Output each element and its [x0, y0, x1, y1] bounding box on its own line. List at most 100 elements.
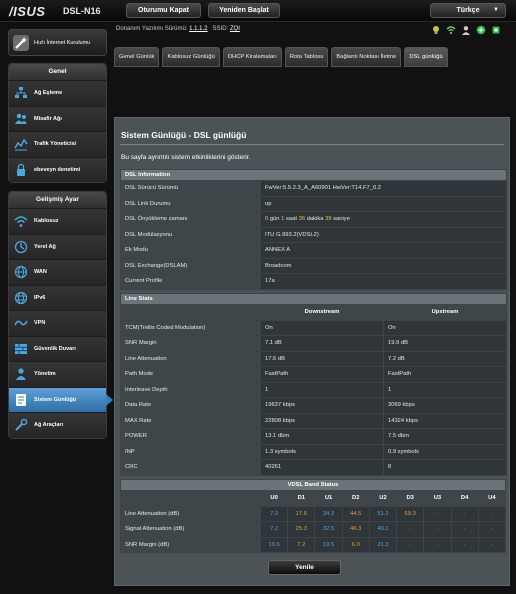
table-row: Ek Modu ANNEX A	[120, 242, 508, 259]
quick-setup-label: Hızlı İnternet Kurulumu	[34, 39, 91, 46]
sidebar-item-system-log[interactable]: Sistem Günlüğü	[9, 386, 113, 412]
tab-wireless-log[interactable]: Kablosuz Günlüğü	[162, 47, 220, 67]
advanced-panel-title: Gelişmiş Ayar	[9, 192, 106, 208]
quick-internet-setup-button[interactable]: Hızlı İnternet Kurulumu	[8, 29, 107, 56]
sidebar-item-label: Misafir Ağı	[34, 115, 62, 122]
sidebar-item-label: ebeveyn denetimi	[34, 166, 81, 173]
system-log-icon	[16, 393, 26, 406]
status-icons	[431, 25, 501, 35]
sidebar-item-administration[interactable]: Yönetim	[9, 361, 106, 387]
table-row: Signal Attenuation (dB) 7.2 25.3 32.5 46…	[120, 521, 507, 538]
ipv6-icon	[14, 291, 28, 304]
downstream-header: Downstream	[260, 304, 384, 321]
sidebar-item-traffic-manager[interactable]: Trafik Yöneticisi	[9, 131, 106, 157]
top-bar: /ISUS DSL-N16 Oturumu Kapat Yeniden Başl…	[0, 0, 516, 22]
light-bulb-icon[interactable]	[431, 25, 441, 35]
wifi-icon[interactable]	[446, 25, 456, 35]
sidebar-item-label: VPN	[34, 320, 46, 327]
chevron-down-icon: ▼	[493, 7, 499, 13]
sidebar-item-wireless[interactable]: Kablosuz	[9, 208, 106, 234]
table-row: Data Rate 19637 kbps 3069 kbps	[120, 397, 507, 414]
wan-icon	[14, 266, 28, 279]
firmware-info: Donanım Yazılımı Sürümü: 1.1.1.2 SSID: Z…	[116, 26, 240, 32]
usb-status-icon[interactable]	[491, 25, 501, 35]
table-row: MAX Rate 22808 kbps 14324 kbps	[120, 412, 507, 429]
tab-general-log[interactable]: Genel Günlük	[114, 47, 160, 67]
language-select[interactable]: Türkçe ▼	[430, 3, 506, 18]
lan-icon	[14, 240, 28, 253]
sidebar-item-guest-network[interactable]: Misafir Ağı	[9, 105, 106, 131]
line-stats-heading: Line Stats	[120, 293, 507, 305]
table-row: CRC 40261 8	[120, 459, 507, 476]
table-row: DSL Sürücü Sürümü FwVer:5.5.2.3_A_A60901 …	[120, 180, 508, 197]
sidebar-item-label: Trafik Yöneticisi	[34, 141, 77, 148]
dsl-info-heading: DSL Information	[119, 169, 508, 181]
firewall-icon	[15, 343, 27, 354]
sidebar-item-network-tools[interactable]: Ağ Araçları	[9, 412, 106, 438]
page-title: Sistem Günlüğü - DSL günlüğü	[121, 130, 247, 140]
tab-dhcp-leases[interactable]: DHCP Kiralamaları	[222, 47, 282, 67]
table-row: POWER 13.1 dbm 7.5 dbm	[120, 428, 507, 445]
language-value: Türkçe	[456, 7, 480, 14]
sidebar-item-label: Ağ Eşleme	[34, 90, 63, 97]
tab-port-forwarding[interactable]: Bağlantı Noktası İletme	[331, 47, 402, 67]
sidebar-item-label: Yerel Ağ	[34, 243, 56, 250]
table-row: Path Mode FastPath FastPath	[120, 366, 507, 383]
administration-icon	[16, 368, 26, 381]
sidebar-item-label: Güvenlik Duvarı	[34, 345, 76, 352]
table-row: DSL Link Durumu up	[120, 195, 508, 212]
sidebar-item-label: Sistem Günlüğü	[34, 396, 77, 403]
vdsl-band-heading: VDSL Band Status	[120, 479, 506, 491]
advanced-panel: Gelişmiş Ayar Kablosuz Yerel Ağ WAN IPv6…	[8, 191, 113, 439]
parental-control-icon	[17, 163, 25, 176]
traffic-manager-icon	[14, 138, 28, 151]
vpn-icon	[14, 320, 28, 326]
log-tabs: Genel Günlük Kablosuz Günlüğü DHCP Kiral…	[114, 47, 448, 67]
firmware-version-link[interactable]: 1.1.1.2	[189, 26, 207, 32]
sidebar-item-lan[interactable]: Yerel Ağ	[9, 233, 106, 259]
table-row: Interleave Depth 1 1	[120, 381, 507, 398]
sidebar-item-ipv6[interactable]: IPv6	[9, 284, 106, 310]
sidebar-item-wan[interactable]: WAN	[9, 259, 106, 285]
content-panel: Sistem Günlüğü - DSL günlüğü Bu sayfa ay…	[114, 117, 510, 586]
sidebar-item-parental-control[interactable]: ebeveyn denetimi	[9, 156, 106, 182]
firmware-label: Donanım Yazılımı Sürümü:	[116, 26, 188, 32]
asus-logo: /ISUS	[9, 4, 46, 19]
table-row: Current Profile 17a	[120, 273, 508, 290]
dsl-info-table: DSL Information DSL Sürücü Sürümü FwVer:5…	[119, 169, 508, 290]
sidebar-item-label: Ağ Araçları	[34, 422, 64, 429]
network-map-icon	[15, 87, 27, 99]
internet-status-icon[interactable]	[476, 25, 486, 35]
user-icon[interactable]	[461, 25, 471, 35]
wand-icon	[13, 34, 29, 51]
general-panel: Genel Ağ Eşleme Misafir Ağı Trafik Yönet…	[8, 63, 107, 183]
ssid-label: SSID:	[212, 26, 229, 32]
sidebar-item-label: Kablosuz	[34, 218, 59, 225]
guest-network-icon	[15, 113, 27, 124]
ssid-value[interactable]: ZQI	[230, 26, 240, 32]
refresh-button[interactable]: Yenile	[268, 560, 341, 575]
logout-button[interactable]: Oturumu Kapat	[126, 3, 201, 18]
title-divider	[120, 144, 504, 145]
upstream-header: Upstream	[383, 304, 507, 321]
tab-routing-table[interactable]: Rota Tablosu	[284, 47, 329, 67]
sidebar-item-firewall[interactable]: Güvenlik Duvarı	[9, 335, 106, 361]
table-row: Line Attenuation (dB) 7.2 17.6 34.3 44.5…	[120, 505, 507, 522]
wireless-icon	[14, 216, 28, 228]
sidebar-item-label: Yönetim	[34, 371, 56, 378]
table-row: DSL Modülasyonu ITU G.993.2(VDSL2)	[120, 226, 508, 243]
reboot-button[interactable]: Yeniden Başlat	[208, 3, 280, 18]
table-row: DSL Exchange(DSLAM) Broadcom	[120, 257, 508, 274]
line-stats-table: Line Stats Downstream Upstream TCM(Trelli…	[120, 293, 507, 476]
page-description: Bu sayfa ayrıntılı sistem etkinliklerini…	[121, 154, 251, 161]
sidebar-item-label: WAN	[34, 269, 47, 276]
network-tools-icon	[15, 418, 28, 431]
sidebar-item-network-map[interactable]: Ağ Eşleme	[9, 80, 106, 106]
sidebar-item-vpn[interactable]: VPN	[9, 310, 106, 336]
sidebar-item-label: IPv6	[34, 294, 46, 301]
table-row: TCM(Trellis Coded Modulation) On On	[120, 319, 507, 336]
table-row: SNR Margin (dB) 19.6 7.2 19.5 6.0 21.3 -…	[120, 536, 507, 553]
table-row: SNR Margin 7.1 dB 19.9 dB	[120, 335, 507, 352]
band-header-row: U0 D1 U1 D2 U2 D3 U3 D4 U4	[120, 490, 507, 507]
tab-dsl-log[interactable]: DSL günlüğü	[404, 47, 448, 67]
